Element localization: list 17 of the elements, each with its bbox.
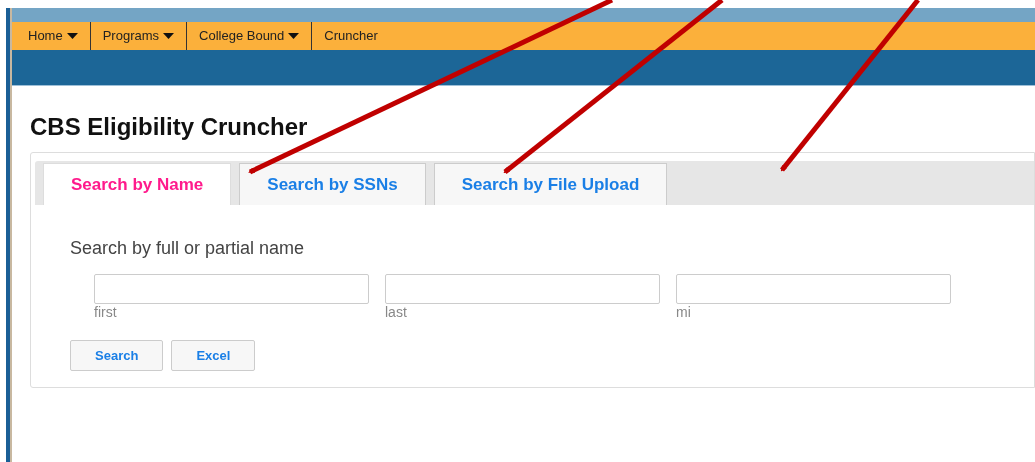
page-title: CBS Eligibility Cruncher (30, 112, 309, 142)
caret-icon (163, 33, 175, 39)
action-button[interactable]: Excel (171, 340, 256, 371)
input-field[interactable] (385, 274, 660, 304)
caret-icon (66, 33, 78, 39)
field-caption: last (385, 304, 408, 320)
action-button[interactable]: Search (70, 340, 164, 371)
nav-menu-item[interactable]: Cruncher (312, 22, 390, 50)
input-field[interactable] (676, 274, 951, 304)
input-field[interactable] (94, 274, 369, 304)
caret-icon (288, 33, 300, 39)
tab[interactable]: Search by SSNs (239, 163, 426, 205)
tab[interactable]: Search by Name (43, 163, 232, 205)
field-caption: mi (676, 304, 692, 320)
tab[interactable]: Search by File Upload (433, 163, 668, 205)
field-caption: first (94, 304, 118, 320)
instruction-text: Search by full or partial name (70, 237, 306, 260)
